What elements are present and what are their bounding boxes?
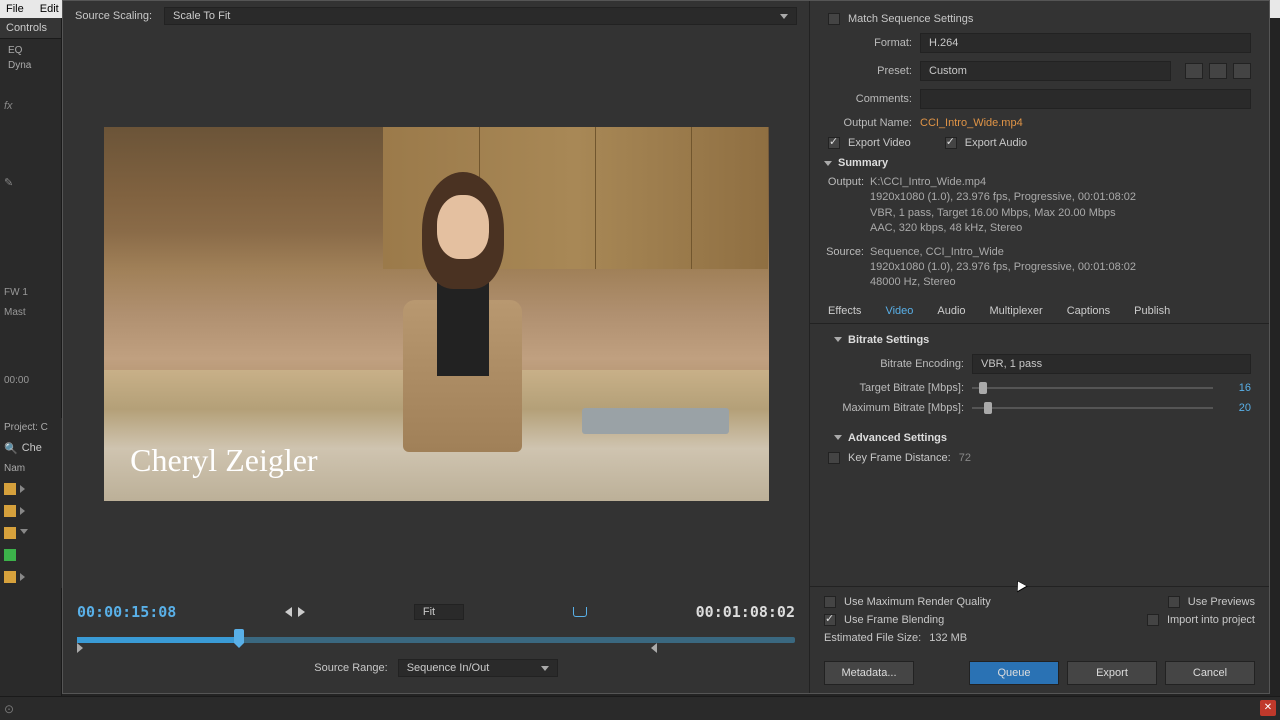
source-range-dropdown[interactable]: Sequence In/Out	[398, 659, 558, 677]
menu-edit[interactable]: Edit	[40, 3, 59, 15]
bitrate-encoding-label: Bitrate Encoding:	[828, 358, 964, 370]
fw-label: FW 1	[4, 287, 28, 298]
source-scaling-dropdown[interactable]: Scale To Fit	[164, 7, 797, 25]
estimated-size-value: 132 MB	[929, 632, 967, 644]
statusbar: ⊙ ✕	[0, 696, 1280, 720]
estimated-size-label: Estimated File Size:	[824, 632, 921, 644]
out-point-marker[interactable]	[651, 643, 657, 653]
master-label: Mast	[4, 307, 26, 318]
insert-eq[interactable]: EQ	[4, 43, 57, 58]
cancel-button[interactable]: Cancel	[1165, 661, 1255, 685]
export-video-checkbox[interactable]	[828, 137, 840, 149]
tab-video[interactable]: Video	[873, 299, 925, 323]
close-icon[interactable]: ✕	[1260, 700, 1276, 716]
tab-audio[interactable]: Audio	[925, 299, 977, 323]
bitrate-header[interactable]: Bitrate Settings	[820, 330, 1259, 350]
bin-row[interactable]	[0, 544, 62, 566]
output-name-link[interactable]: CCI_Intro_Wide.mp4	[920, 117, 1023, 129]
summary-header[interactable]: Summary	[810, 153, 1269, 173]
preset-dropdown[interactable]: Custom	[920, 61, 1171, 81]
target-bitrate-label: Target Bitrate [Mbps]:	[828, 382, 964, 394]
use-previews-checkbox[interactable]	[1168, 596, 1180, 608]
zoom-dropdown[interactable]: Fit	[414, 604, 464, 620]
current-timecode[interactable]: 00:00:15:08	[77, 603, 176, 621]
loop-icon[interactable]	[573, 607, 587, 617]
max-bitrate-slider[interactable]	[972, 407, 1213, 409]
advanced-header[interactable]: Advanced Settings	[820, 428, 1259, 448]
export-button[interactable]: Export	[1067, 661, 1157, 685]
comments-label: Comments:	[828, 93, 912, 105]
pen-icon: ✎	[4, 176, 13, 189]
max-bitrate-label: Maximum Bitrate [Mbps]:	[828, 402, 964, 414]
source-range-label: Source Range:	[314, 662, 387, 674]
controls-tab[interactable]: Controls	[0, 18, 61, 39]
match-sequence-checkbox[interactable]	[828, 13, 840, 25]
bin-row[interactable]	[0, 566, 62, 588]
bin-row[interactable]	[0, 478, 62, 500]
prev-frame-button[interactable]	[285, 607, 292, 617]
queue-button[interactable]: Queue	[969, 661, 1059, 685]
format-label: Format:	[828, 37, 912, 49]
keyframe-distance-label: Key Frame Distance:	[848, 452, 951, 464]
settings-tabs: Effects Video Audio Multiplexer Captions…	[810, 299, 1269, 324]
import-project-checkbox[interactable]	[1147, 614, 1159, 626]
source-scaling-label: Source Scaling:	[75, 10, 152, 22]
tab-publish[interactable]: Publish	[1122, 299, 1182, 323]
project-panel: Project: C 🔍Che Nam	[0, 418, 62, 588]
keyframe-distance-checkbox[interactable]	[828, 452, 840, 464]
frame-blending-checkbox[interactable]	[824, 614, 836, 626]
video-preview: Cheryl Zeigler	[104, 127, 769, 501]
bitrate-encoding-dropdown[interactable]: VBR, 1 pass	[972, 354, 1251, 374]
fx-icon: fx	[4, 100, 13, 112]
insert-dyn[interactable]: Dyna	[4, 58, 57, 73]
metadata-button[interactable]: Metadata...	[824, 661, 914, 685]
duration-timecode: 00:01:08:02	[696, 603, 795, 621]
timecode-label: 00:00	[4, 375, 29, 386]
tab-effects[interactable]: Effects	[816, 299, 873, 323]
keyframe-distance-value: 72	[959, 452, 971, 464]
max-bitrate-value[interactable]: 20	[1221, 402, 1251, 414]
bin-row[interactable]	[0, 500, 62, 522]
export-dialog: Source Scaling: Scale To Fit Cheryl Zeig…	[62, 0, 1270, 694]
menu-file[interactable]: File	[6, 3, 24, 15]
disclosure-icon	[834, 435, 842, 440]
save-preset-icon[interactable]	[1185, 63, 1203, 79]
disclosure-icon	[824, 161, 832, 166]
tab-multiplexer[interactable]: Multiplexer	[978, 299, 1055, 323]
project-search[interactable]: Che	[22, 442, 42, 454]
output-name-label: Output Name:	[828, 117, 912, 129]
project-header: Project: C	[0, 418, 62, 437]
playhead[interactable]	[234, 629, 244, 643]
preset-label: Preset:	[828, 65, 912, 77]
match-sequence-label: Match Sequence Settings	[848, 13, 973, 25]
in-point-marker[interactable]	[77, 643, 83, 653]
comments-input[interactable]	[920, 89, 1251, 109]
bin-row[interactable]	[0, 522, 62, 544]
format-dropdown[interactable]: H.264	[920, 33, 1251, 53]
next-frame-button[interactable]	[298, 607, 305, 617]
import-preset-icon[interactable]	[1209, 63, 1227, 79]
lower-third-text: Cheryl Zeigler	[130, 442, 317, 479]
creative-cloud-icon[interactable]: ⊙	[4, 702, 14, 716]
chevron-down-icon	[780, 14, 788, 19]
max-render-checkbox[interactable]	[824, 596, 836, 608]
left-rail: Controls EQ Dyna fx ✎ FW 1 Mast 00:00	[0, 18, 62, 718]
tab-captions[interactable]: Captions	[1055, 299, 1122, 323]
chevron-down-icon	[541, 666, 549, 671]
target-bitrate-value[interactable]: 16	[1221, 382, 1251, 394]
name-column: Nam	[0, 459, 62, 478]
export-audio-checkbox[interactable]	[945, 137, 957, 149]
disclosure-icon	[834, 337, 842, 342]
delete-preset-icon[interactable]	[1233, 63, 1251, 79]
target-bitrate-slider[interactable]	[972, 387, 1213, 389]
timeline-scrubber[interactable]	[77, 629, 795, 655]
